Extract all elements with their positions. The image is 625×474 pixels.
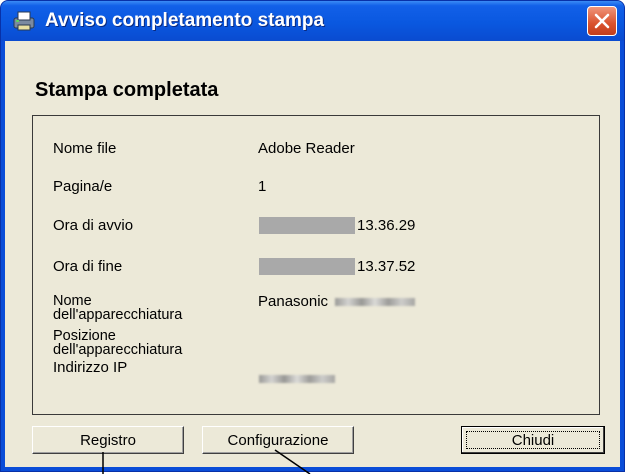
log-button-label: Registro <box>80 431 136 449</box>
configuration-button[interactable]: Configurazione <box>202 426 354 454</box>
close-button[interactable]: Chiudi <box>461 426 605 454</box>
redacted-device-model <box>335 298 415 306</box>
dialog-window: Avviso completamento stampa Stampa compl… <box>0 0 625 472</box>
window-title: Avviso completamento stampa <box>45 10 325 31</box>
close-window-button[interactable] <box>587 6 617 36</box>
field-value-device-name: Panasonic <box>258 293 329 310</box>
field-value-end-time: 13.37.52 <box>357 258 416 275</box>
print-details-group: Nome file Adobe Reader Pagina/e 1 Ora di… <box>32 115 600 415</box>
close-icon <box>594 13 610 29</box>
field-label-file-name: Nome file <box>53 140 117 157</box>
field-label-device-location: Posizione dell'apparecchiatura <box>53 328 183 358</box>
printer-app-icon <box>13 11 35 31</box>
close-button-label: Chiudi <box>511 431 555 449</box>
field-label-device-name: Nome dell'apparecchiatura <box>53 293 183 323</box>
title-bar[interactable]: Avviso completamento stampa <box>1 1 624 41</box>
redacted-date-end <box>259 258 355 275</box>
field-label-start-time: Ora di avvio <box>53 217 134 234</box>
field-label-ip-address: Indirizzo IP <box>53 359 128 376</box>
redacted-date-start <box>259 217 355 234</box>
log-button[interactable]: Registro <box>32 426 184 454</box>
field-label-pages: Pagina/e <box>53 178 113 195</box>
field-value-pages: 1 <box>258 178 267 195</box>
field-value-start-time: 13.36.29 <box>357 217 416 234</box>
configuration-button-label: Configurazione <box>227 431 329 449</box>
status-heading: Stampa completata <box>35 79 219 101</box>
field-label-end-time: Ora di fine <box>53 258 123 275</box>
field-value-file-name: Adobe Reader <box>258 140 355 157</box>
dialog-body: Stampa completata Nome file Adobe Reader… <box>5 41 620 467</box>
redacted-ip-address <box>259 375 335 383</box>
